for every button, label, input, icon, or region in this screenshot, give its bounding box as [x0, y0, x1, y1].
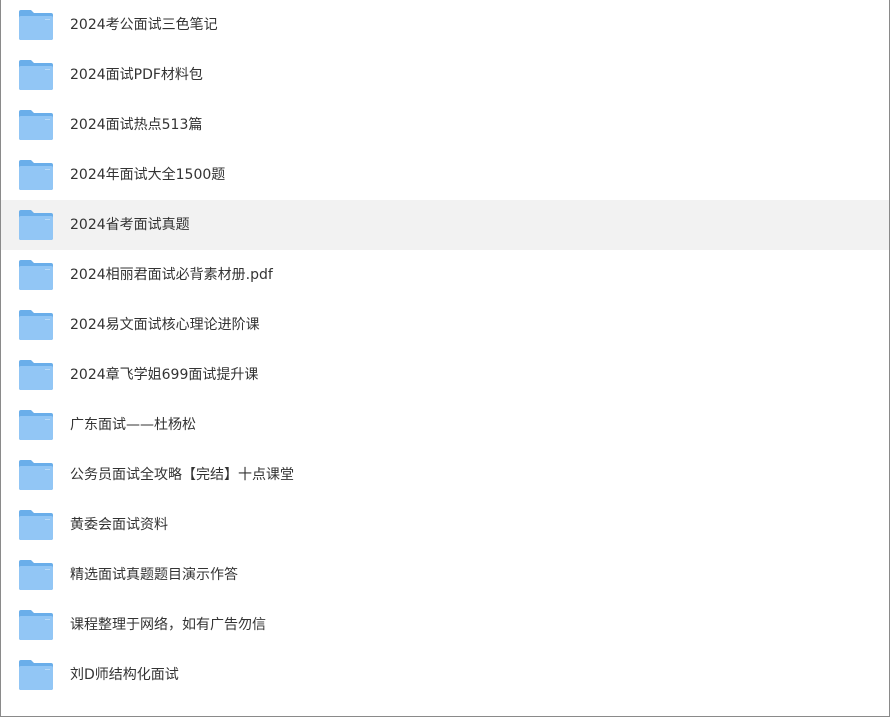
file-name: 2024省考面试真题	[70, 217, 190, 233]
file-row[interactable]: 广东面试——杜杨松	[1, 400, 889, 450]
folder-icon	[18, 359, 54, 391]
file-row[interactable]: 公务员面试全攻略【完结】十点课堂	[1, 450, 889, 500]
file-name: 2024年面试大全1500题	[70, 167, 226, 183]
file-row[interactable]: 2024省考面试真题	[1, 200, 889, 250]
file-name: 课程整理于网络，如有广告勿信	[70, 617, 266, 633]
folder-icon	[18, 9, 54, 41]
file-name: 2024面试PDF材料包	[70, 67, 203, 83]
folder-icon	[18, 109, 54, 141]
file-row[interactable]: 黄委会面试资料	[1, 500, 889, 550]
file-name: 公务员面试全攻略【完结】十点课堂	[70, 467, 294, 483]
file-row[interactable]: 2024年面试大全1500题	[1, 150, 889, 200]
folder-icon	[18, 509, 54, 541]
file-name: 2024章飞学姐699面试提升课	[70, 367, 259, 383]
file-name: 刘D师结构化面试	[70, 667, 179, 683]
file-list: 2024考公面试三色笔记 2024面试PDF材料包 2024面试热点513篇 2024…	[1, 0, 889, 700]
file-row[interactable]: 精选面试真题题目演示作答	[1, 550, 889, 600]
folder-icon	[18, 259, 54, 291]
file-name: 2024面试热点513篇	[70, 117, 203, 133]
folder-icon	[18, 409, 54, 441]
folder-icon	[18, 59, 54, 91]
folder-icon	[18, 209, 54, 241]
folder-icon	[18, 459, 54, 491]
file-row[interactable]: 2024考公面试三色笔记	[1, 0, 889, 50]
file-browser-window: 2024考公面试三色笔记 2024面试PDF材料包 2024面试热点513篇 2024…	[0, 0, 890, 717]
file-row[interactable]: 2024相丽君面试必背素材册.pdf	[1, 250, 889, 300]
file-row[interactable]: 2024章飞学姐699面试提升课	[1, 350, 889, 400]
file-name: 2024易文面试核心理论进阶课	[70, 317, 260, 333]
file-row[interactable]: 刘D师结构化面试	[1, 650, 889, 700]
file-name: 2024考公面试三色笔记	[70, 17, 218, 33]
file-name: 广东面试——杜杨松	[70, 417, 196, 433]
folder-icon	[18, 309, 54, 341]
file-name: 黄委会面试资料	[70, 517, 168, 533]
window-bottom-edge	[1, 708, 889, 716]
file-row[interactable]: 2024面试PDF材料包	[1, 50, 889, 100]
file-row[interactable]: 2024面试热点513篇	[1, 100, 889, 150]
folder-icon	[18, 609, 54, 641]
file-row[interactable]: 2024易文面试核心理论进阶课	[1, 300, 889, 350]
file-row[interactable]: 课程整理于网络，如有广告勿信	[1, 600, 889, 650]
file-name: 精选面试真题题目演示作答	[70, 567, 238, 583]
folder-icon	[18, 559, 54, 591]
file-name: 2024相丽君面试必背素材册.pdf	[70, 267, 273, 283]
folder-icon	[18, 659, 54, 691]
folder-icon	[18, 159, 54, 191]
